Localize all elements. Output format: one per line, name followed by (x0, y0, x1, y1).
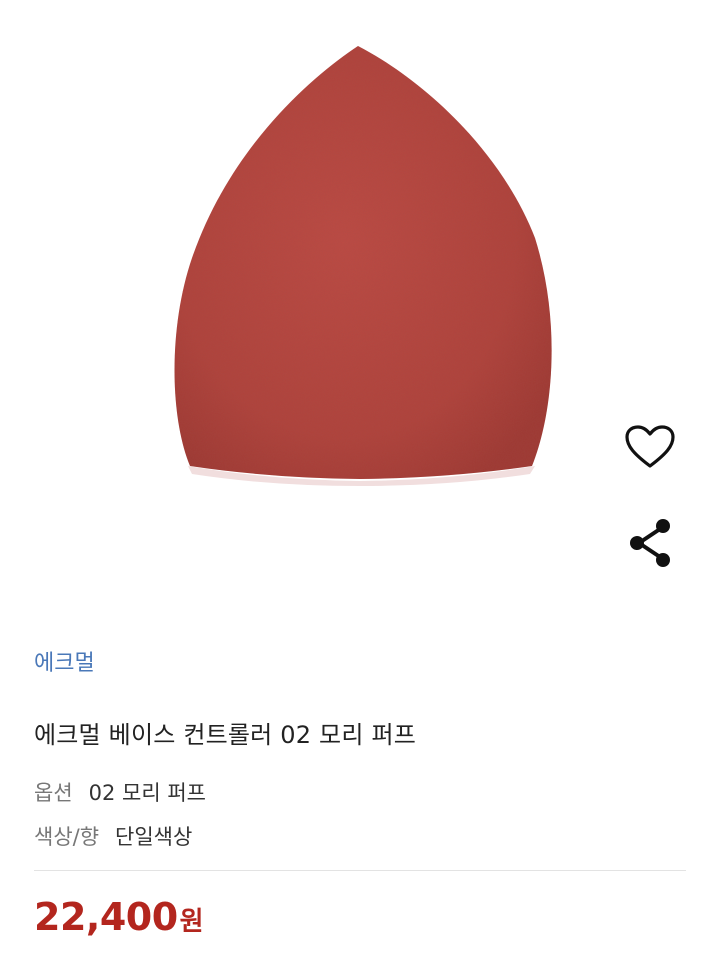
color-scent-row: 색상/향 단일색상 (34, 821, 192, 851)
share-icon (630, 519, 670, 567)
divider (34, 870, 686, 871)
brand-link[interactable]: 에크멀 (34, 645, 95, 677)
option-label: 옵션 (34, 781, 73, 805)
option-row: 옵션 02 모리 퍼프 (34, 777, 206, 807)
product-title: 에크멀 베이스 컨트롤러 02 모리 퍼프 (34, 721, 417, 749)
price-amount: 22,400 (34, 895, 178, 939)
color-scent-value: 단일색상 (115, 825, 193, 849)
product-image (174, 46, 552, 486)
wishlist-button[interactable] (620, 417, 680, 477)
product-price: 22,400 원 (34, 895, 204, 939)
option-value: 02 모리 퍼프 (88, 781, 206, 805)
product-image-area (0, 0, 720, 600)
price-unit: 원 (179, 907, 204, 937)
share-button[interactable] (620, 513, 680, 573)
heart-icon (625, 425, 675, 468)
color-scent-label: 색상/향 (34, 825, 100, 849)
